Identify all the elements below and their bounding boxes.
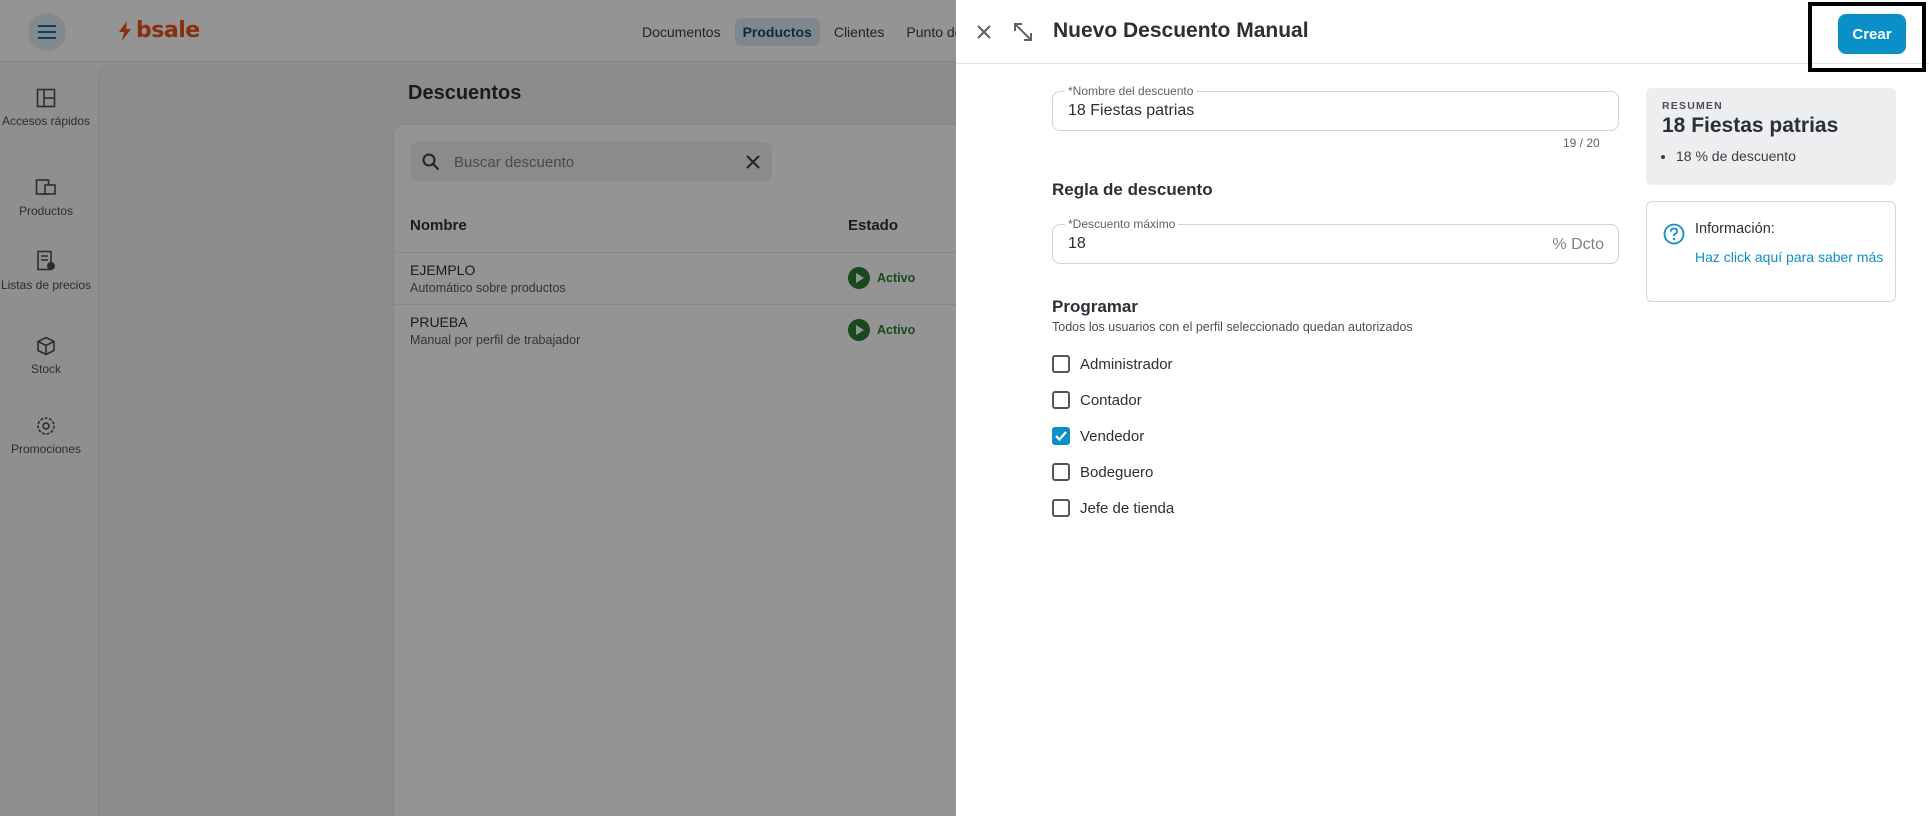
expand-icon: [1014, 23, 1032, 41]
checkbox-vendedor[interactable]: Vendedor: [1052, 427, 1144, 445]
field-label: *Descuento máximo: [1065, 217, 1179, 231]
field-label: *Nombre del descuento: [1065, 84, 1197, 98]
checkbox-label: Administrador: [1080, 355, 1173, 373]
checkbox-box[interactable]: [1052, 463, 1070, 481]
character-counter: 19 / 20: [1563, 136, 1600, 150]
rule-section-title: Regla de descuento: [1052, 180, 1213, 199]
close-icon: [977, 25, 991, 39]
summary-title: 18 Fiestas patrias: [1662, 114, 1839, 137]
expand-button[interactable]: [1008, 17, 1038, 47]
checkbox-label: Vendedor: [1080, 427, 1145, 445]
create-button[interactable]: Crear: [1838, 14, 1906, 54]
schedule-section-title: Programar: [1052, 297, 1138, 316]
info-link[interactable]: Haz click aquí para saber más: [1695, 247, 1885, 267]
checkbox-box[interactable]: [1052, 355, 1070, 373]
checkbox-label: Contador: [1080, 391, 1142, 409]
checkbox-label: Jefe de tienda: [1080, 499, 1175, 517]
checkbox-administrador[interactable]: Administrador: [1052, 355, 1173, 373]
discount-name-field[interactable]: *Nombre del descuento 18 Fiestas patrias: [1052, 84, 1619, 131]
max-discount-field[interactable]: *Descuento máximo 18 % Dcto: [1052, 217, 1619, 264]
summary-tag: RESUMEN: [1662, 100, 1723, 112]
close-button[interactable]: [969, 17, 999, 47]
checkbox-jefe-de-tienda[interactable]: Jefe de tienda: [1052, 499, 1174, 517]
help-icon: [1663, 223, 1685, 245]
info-card: Información: Haz click aquí para saber m…: [1646, 201, 1896, 302]
schedule-subtitle: Todos los usuarios con el perfil selecci…: [1052, 320, 1413, 334]
discount-name-input[interactable]: 18 Fiestas patrias: [1068, 102, 1194, 120]
summary-list: 18 % de descuento: [1662, 148, 1880, 164]
drawer-header: Nuevo Descuento Manual Crear: [956, 0, 1929, 72]
checkbox-bodeguero[interactable]: Bodeguero: [1052, 463, 1153, 481]
info-title: Información:: [1695, 221, 1775, 237]
checkbox-box[interactable]: [1052, 499, 1070, 517]
summary-card: RESUMEN 18 Fiestas patrias 18 % de descu…: [1646, 88, 1896, 185]
checkmark-icon: [1055, 431, 1067, 442]
max-discount-input[interactable]: 18: [1068, 235, 1086, 253]
checkbox-contador[interactable]: Contador: [1052, 391, 1142, 409]
checkbox-box[interactable]: [1052, 427, 1070, 445]
summary-bullet: 18 % de descuento: [1676, 148, 1880, 164]
checkbox-label: Bodeguero: [1080, 463, 1154, 481]
field-suffix: % Dcto: [1552, 236, 1604, 253]
checkbox-box[interactable]: [1052, 391, 1070, 409]
drawer-title: Nuevo Descuento Manual: [1053, 19, 1309, 42]
create-button-highlight: Crear: [1808, 2, 1926, 72]
new-discount-drawer: Nuevo Descuento Manual Crear *Nombre del…: [956, 0, 1929, 816]
